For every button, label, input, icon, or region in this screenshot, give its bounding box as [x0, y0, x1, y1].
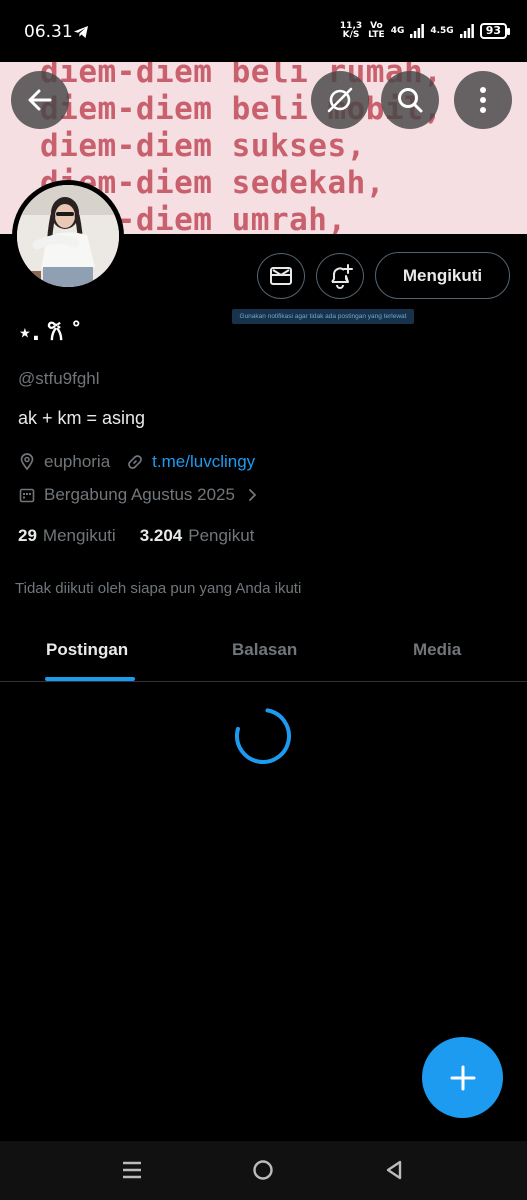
signal-icon: [410, 24, 425, 38]
status-indicators: 11,3 K/S Vo LTE 4G 4.5G 93: [340, 22, 511, 40]
arrow-left-icon: [28, 89, 52, 111]
location-website-row: euphoria t.me/luvclingy: [18, 452, 255, 472]
volte-indicator: Vo LTE: [368, 22, 385, 40]
banner-line: diem-diem beli rumah,: [40, 58, 443, 90]
location-pin-icon: [20, 453, 34, 471]
followers-label: Pengikut: [188, 526, 255, 545]
tab-replies[interactable]: Balasan: [232, 640, 297, 660]
username-handle: @stfu9fghl: [18, 369, 100, 388]
display-name: ⋆. 𐙚 ˚: [18, 321, 82, 346]
more-vertical-icon: [480, 87, 486, 113]
chevron-right-icon: [249, 489, 257, 501]
followed-by-note: Tidak diikuti oleh siapa pun yang Anda i…: [15, 580, 302, 597]
joined-row[interactable]: Bergabung Agustus 2025: [18, 485, 267, 505]
bell-plus-icon: [331, 264, 353, 289]
recents-icon[interactable]: [121, 1159, 143, 1181]
calendar-icon: [19, 488, 35, 503]
website-link[interactable]: t.me/luvclingy: [152, 452, 255, 472]
battery-indicator: 93: [479, 23, 511, 39]
home-icon[interactable]: [252, 1159, 274, 1181]
message-button[interactable]: [257, 253, 305, 299]
avatar-illustration: [17, 185, 119, 287]
bio: ak + km = asing: [18, 408, 146, 428]
volte-bottom: LTE: [368, 30, 385, 40]
plus-icon: [450, 1065, 475, 1090]
more-button[interactable]: [454, 71, 512, 129]
grok-button[interactable]: [311, 71, 369, 129]
following-stat[interactable]: 29 Mengikuti: [18, 526, 116, 546]
status-time: 06.31: [24, 22, 73, 42]
active-tab-indicator: [45, 677, 135, 681]
signal-icon-2: [459, 24, 474, 38]
search-icon: [398, 88, 423, 113]
notification-tooltip: Gunakan notifikasi agar tidak ada postin…: [232, 309, 414, 324]
notification-button[interactable]: [316, 253, 364, 299]
network-speed: 11,3 K/S: [340, 22, 362, 40]
avatar[interactable]: [12, 180, 124, 292]
loading-spinner: [235, 708, 291, 764]
speed-unit: K/S: [342, 30, 360, 40]
following-label: Mengikuti: [42, 526, 116, 545]
link-icon: [128, 455, 143, 469]
avatar-photo: [17, 185, 119, 287]
location-text: euphoria: [44, 452, 111, 471]
joined-date: Bergabung Agustus 2025: [44, 485, 235, 504]
status-bar: 06.31 11,3 K/S Vo LTE 4G 4.5G 93: [0, 0, 527, 62]
network-type-2: 4.5G: [430, 26, 454, 36]
mail-icon: [270, 267, 292, 285]
tab-posts[interactable]: Postingan: [46, 640, 128, 660]
followers-stat[interactable]: 3.204 Pengikut: [140, 526, 255, 546]
back-nav-icon[interactable]: [383, 1159, 405, 1181]
follow-stats: 29 Mengikuti 3.204 Pengikut: [18, 526, 254, 546]
back-button[interactable]: [11, 71, 69, 129]
system-nav-bar: [0, 1141, 527, 1200]
banner-line: diem-diem sukses,: [40, 128, 366, 164]
compose-button[interactable]: [422, 1037, 503, 1118]
tab-media[interactable]: Media: [413, 640, 461, 660]
profile-tabs: Postingan Balasan Media: [0, 620, 527, 682]
telegram-icon: [74, 26, 88, 38]
grok-icon: [327, 87, 353, 113]
following-count: 29: [18, 526, 37, 545]
search-button[interactable]: [381, 71, 439, 129]
network-type-1: 4G: [390, 26, 405, 36]
following-button[interactable]: Mengikuti: [375, 252, 510, 299]
followers-count: 3.204: [139, 526, 183, 545]
